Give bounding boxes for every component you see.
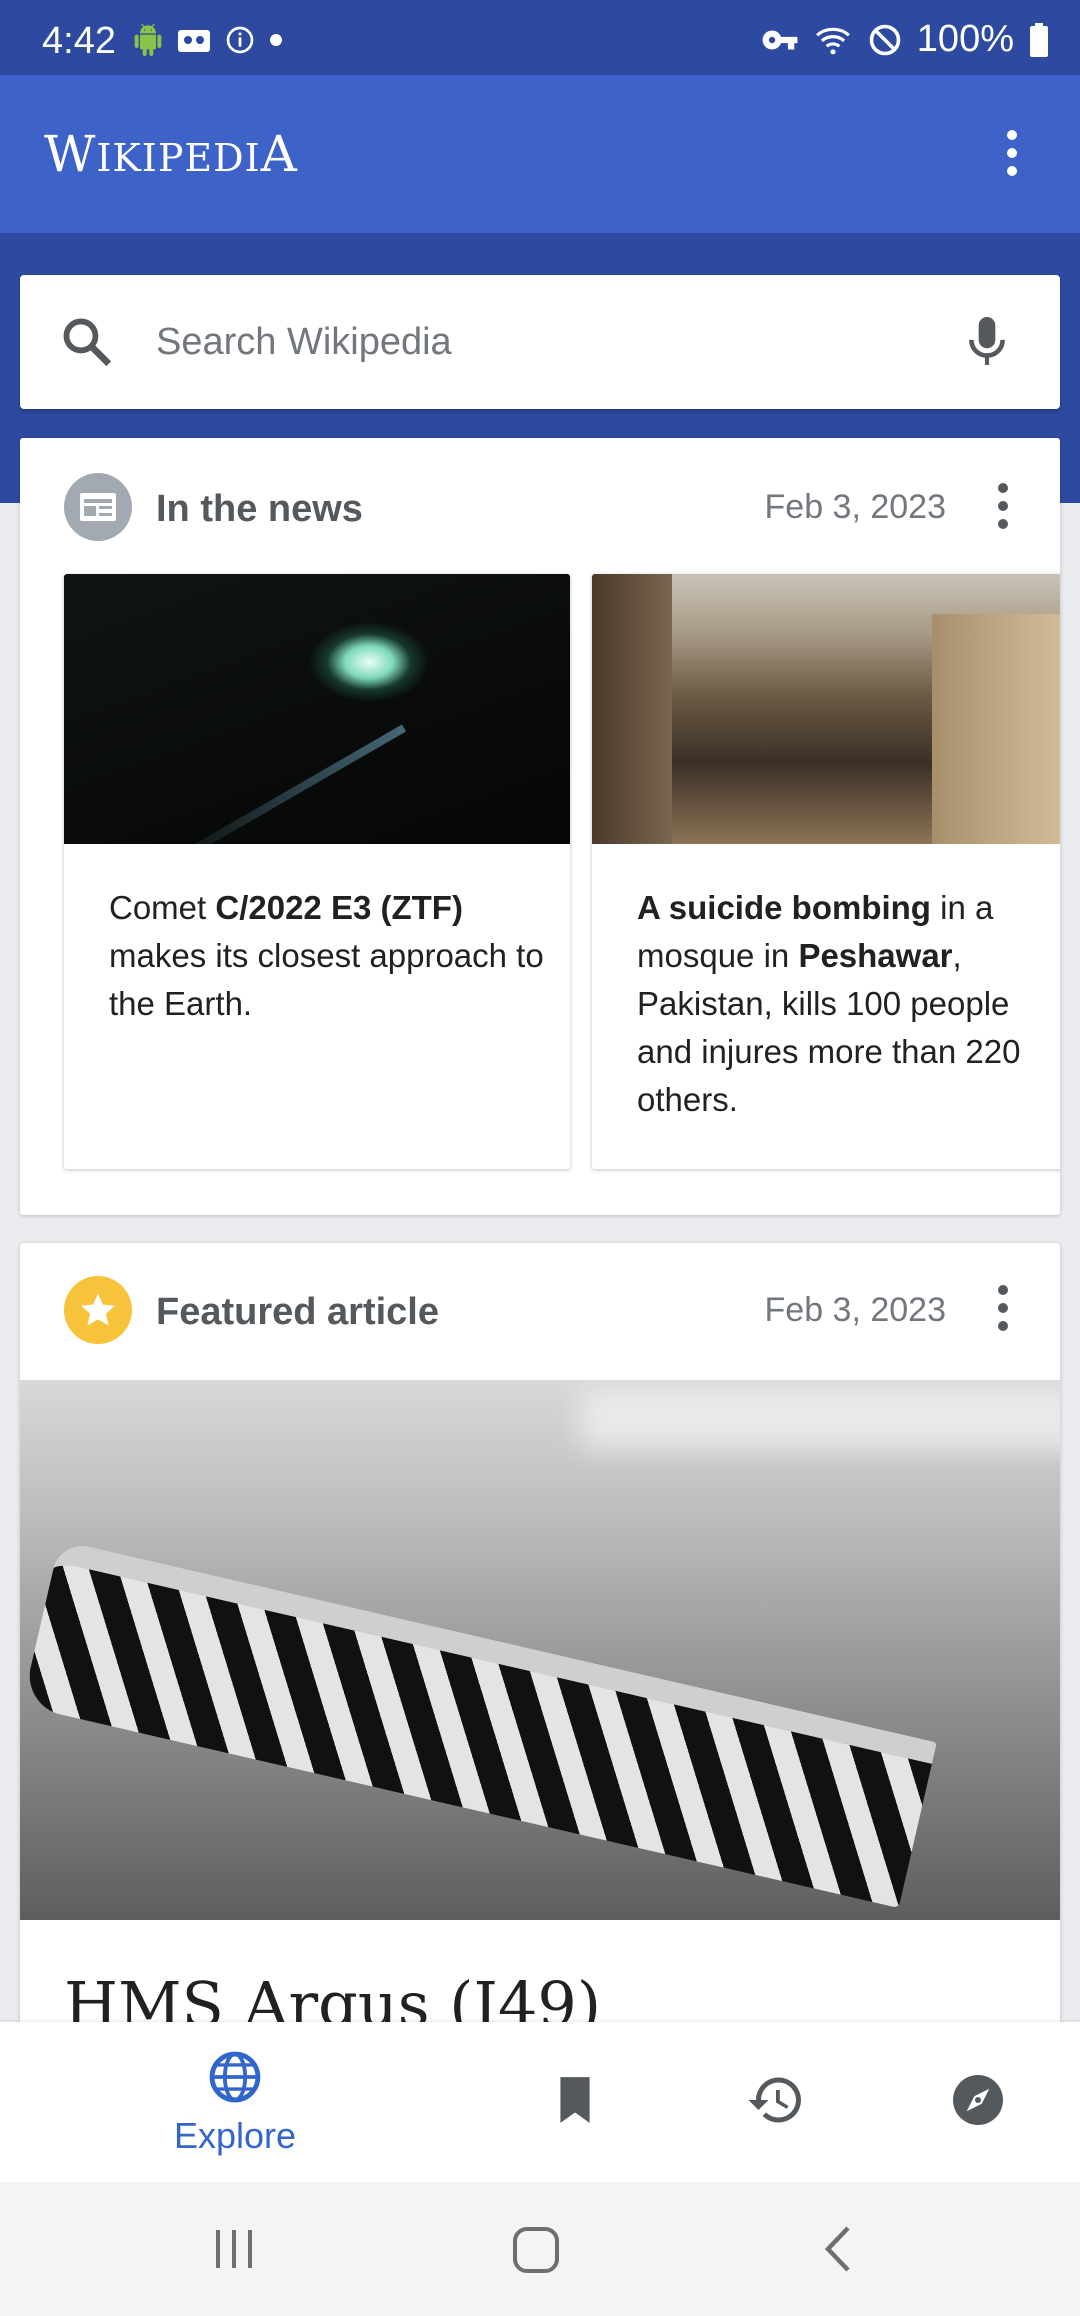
card-menu-button[interactable] [998,483,1008,529]
news-item[interactable]: A suicide bombing in a mosque in Peshawa… [592,574,1060,1169]
app-menu-button[interactable] [1007,130,1017,176]
compass-icon[interactable] [948,2070,1008,2130]
in-the-news-card: In the news Feb 3, 2023 Comet C/2022 E3 … [20,438,1060,1215]
back-icon[interactable] [820,2224,856,2274]
mosque-bombing-image [592,574,1060,844]
news-item[interactable]: Comet C/2022 E3 (ZTF) makes its closest … [64,574,570,1169]
card-title: In the news [156,488,363,530]
card-date: Feb 3, 2023 [764,488,946,526]
star-icon [64,1276,132,1344]
voicemail-icon [178,30,210,52]
do-not-disturb-icon [869,24,901,55]
android-icon [134,24,162,56]
battery-icon [1030,22,1048,57]
history-icon[interactable] [745,2070,807,2130]
nav-explore-label: Explore [173,2115,297,2156]
status-time: 4:42 [42,20,116,62]
microphone-icon[interactable] [962,312,1012,372]
card-title: Featured article [156,1291,439,1333]
globe-icon [209,2051,261,2103]
nav-explore[interactable]: Explore [160,2048,310,2157]
search-placeholder: Search Wikipedia [156,321,452,363]
status-bar: 4:42 100% [0,0,1080,75]
system-navigation-bar [0,2182,1080,2316]
bottom-navigation: Explore [0,2022,1080,2182]
news-text: Comet C/2022 E3 (ZTF) makes its closest … [109,889,544,1022]
app-bar: WIKIPEDIA [0,75,1080,233]
search-bar[interactable]: Search Wikipedia [20,275,1060,409]
newspaper-icon [64,473,132,541]
card-menu-button[interactable] [998,1285,1008,1331]
vpn-key-icon [762,30,798,49]
info-icon [226,26,254,54]
home-icon[interactable] [512,2226,560,2274]
featured-article-card[interactable]: Featured article Feb 3, 2023 HMS Argus (… [20,1243,1060,2043]
bookmark-icon[interactable] [550,2072,600,2128]
hms-argus-image [20,1380,1060,1920]
comet-image [64,574,570,844]
recent-apps-icon[interactable] [212,2228,258,2270]
news-text: A suicide bombing in a mosque in Peshawa… [637,889,1021,1118]
battery-percent: 100% [916,18,1014,60]
card-date: Feb 3, 2023 [764,1291,946,1329]
wifi-icon [815,27,850,54]
notification-dot-icon [270,34,282,46]
wikipedia-logo: WIKIPEDIA [44,125,298,183]
search-icon [63,318,112,367]
